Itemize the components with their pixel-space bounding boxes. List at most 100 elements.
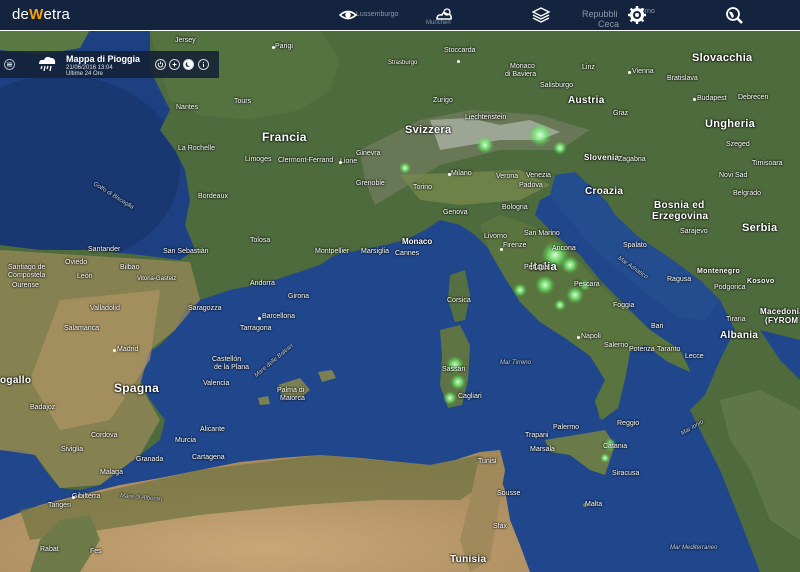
city-label: Alicante	[200, 426, 225, 433]
country-label: Montenegro	[697, 268, 741, 275]
city-label: Bologna	[502, 204, 528, 211]
city-marker	[577, 336, 580, 339]
city-label: Rabat	[40, 546, 59, 553]
city-label: Madrid	[117, 346, 139, 353]
power-icon[interactable]	[155, 59, 166, 70]
country-label: Macedonia	[760, 307, 800, 316]
city-label: León	[77, 273, 93, 280]
city-label: Grenoble	[356, 180, 385, 187]
city-label: Siviglia	[61, 446, 84, 453]
city-label: Siracusa	[612, 470, 640, 477]
city-label: Valencia	[203, 380, 230, 387]
country-label: Erzegovina	[652, 211, 709, 222]
faint-label: Repubbli	[582, 9, 618, 19]
city-label: Oviedo	[65, 259, 88, 266]
city-label: di Baviera	[505, 71, 537, 78]
info-icon[interactable]	[198, 59, 209, 70]
city-label: Debrecen	[738, 94, 769, 101]
city-label: Perugia	[524, 264, 549, 271]
city-label: Spalato	[623, 242, 647, 249]
country-label: Spagna	[114, 381, 160, 395]
city-label: Bari	[651, 323, 664, 330]
city-label: Cordova	[91, 432, 118, 439]
country-label: Slovacchia	[692, 52, 753, 64]
city-marker	[258, 317, 261, 320]
sea-label: Mar Mediterraneo	[670, 545, 718, 551]
city-label: Saragozza	[188, 305, 222, 312]
dewetra-logo[interactable]: deWetra	[12, 6, 70, 23]
country-label: Ungheria	[705, 118, 756, 130]
city-label: Sfax	[493, 523, 508, 530]
city-label: Bordeaux	[198, 193, 228, 200]
city-label: Marsala	[530, 446, 555, 453]
menu-icon[interactable]	[4, 59, 15, 70]
city-label: San Marino	[524, 230, 560, 237]
country-label: Kosovo	[747, 278, 775, 285]
city-label: Tolosa	[250, 237, 271, 244]
city-label: Murcia	[175, 437, 197, 444]
city-label: Vitoria-Gasteiz	[137, 276, 177, 282]
gear-icon[interactable]	[626, 4, 648, 26]
city-label: Marsiglia	[361, 248, 390, 255]
city-label: Tirana	[726, 316, 746, 323]
search-globe-icon[interactable]	[723, 4, 745, 26]
city-label: Potenza	[629, 346, 655, 353]
city-label: Bilbao	[120, 264, 140, 271]
city-label: Palermo	[553, 424, 580, 431]
city-label: Malta	[585, 501, 603, 508]
layers-icon[interactable]	[530, 4, 552, 26]
city-label: Palma di	[277, 387, 305, 394]
city-label: Fes	[90, 548, 102, 555]
logo-highlight: W	[29, 6, 44, 23]
city-label: Genova	[443, 209, 468, 216]
city-label: Girona	[288, 293, 310, 300]
country-label: Croazia	[585, 186, 624, 197]
city-label: Linz	[582, 64, 595, 71]
eye-icon[interactable]	[337, 4, 359, 26]
city-label: Maiorca	[280, 395, 305, 402]
satellite-map[interactable]	[0, 0, 800, 572]
plus-icon[interactable]	[169, 59, 180, 70]
city-label: Szeged	[726, 141, 750, 148]
city-label: Jersey	[175, 37, 196, 44]
city-label: Cannes	[395, 250, 420, 257]
country-label: (FYROM	[765, 316, 799, 325]
city-label: Graz	[613, 110, 629, 117]
city-label: Limoges	[245, 156, 272, 163]
country-label: Francia	[262, 130, 307, 144]
moon-icon[interactable]	[183, 59, 194, 70]
city-label: Belgrado	[733, 190, 762, 197]
city-label: Trapani	[525, 432, 549, 439]
faint-label: Lussemburgo	[356, 11, 399, 18]
city-label: Parigi	[275, 43, 293, 50]
city-marker	[500, 248, 503, 251]
city-label: Santander	[88, 246, 121, 253]
city-label: Verona	[496, 173, 519, 180]
city-label: Firenze	[503, 242, 527, 249]
city-label: Monaco	[402, 237, 433, 246]
city-label: Castellón	[212, 356, 242, 363]
city-marker	[72, 496, 75, 499]
city-label: Liechtenstein	[465, 114, 507, 121]
city-label: Salerno	[604, 342, 629, 349]
logo-prefix: de	[12, 6, 30, 23]
city-label: Tarragona	[240, 325, 272, 332]
country-label: Austria	[568, 95, 605, 106]
city-label: Lione	[340, 158, 358, 165]
weather-cloud-icon[interactable]	[433, 4, 455, 26]
city-marker	[628, 71, 631, 74]
city-label: Tours	[234, 98, 252, 105]
city-label: Salamanca	[64, 325, 100, 332]
country-label: Albania	[720, 330, 759, 341]
city-label: Ragusa	[667, 276, 692, 283]
city-label: Cagliari	[458, 393, 482, 400]
city-label: Barcellona	[262, 313, 296, 320]
city-label: Stoccarda	[444, 47, 476, 54]
layer-title: Mappa di Pioggia	[66, 54, 141, 64]
country-label: ogallo	[0, 375, 32, 386]
city-label: Sassari	[442, 366, 466, 373]
city-label: Andorra	[250, 280, 275, 287]
country-label: Tunisia	[450, 554, 487, 565]
city-label: Tunisi	[478, 458, 497, 465]
city-label: Budapest	[697, 95, 727, 102]
